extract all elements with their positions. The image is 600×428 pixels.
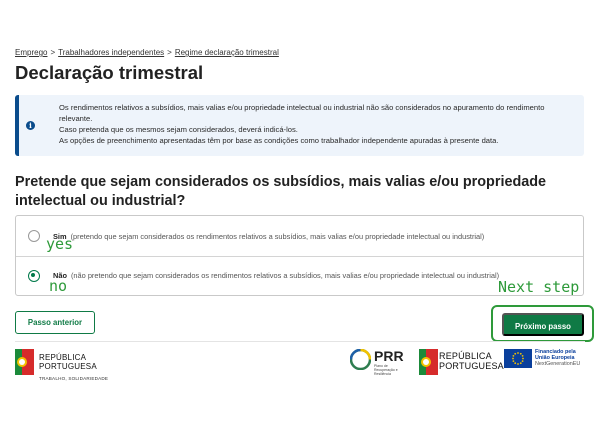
annotation-yes: yes bbox=[46, 235, 74, 253]
republica-text-2: REPÚBLICA PORTUGUESA bbox=[439, 351, 504, 371]
option-nao-label: Não (não pretendo que sejam considerados … bbox=[53, 271, 499, 280]
eu-funding-text: Financiado pela União Europeia NextGener… bbox=[535, 349, 580, 368]
next-step-button[interactable]: Próximo passo bbox=[502, 313, 584, 336]
info-line: Caso pretenda que os mesmos sejam consid… bbox=[59, 125, 298, 134]
breadcrumb-link-regime[interactable]: Regime declaração trimestral bbox=[175, 48, 279, 57]
prr-circle-icon bbox=[350, 349, 371, 370]
republica-line2: PORTUGUESA bbox=[39, 362, 97, 371]
next-step-highlight: Próximo passo bbox=[491, 305, 594, 342]
breadcrumb-link-trabalhadores[interactable]: Trabalhadores independentes bbox=[58, 48, 164, 57]
info-line: As opções de preenchimento apresentadas … bbox=[59, 136, 499, 145]
option-nao-detail: (não pretendo que sejam considerados os … bbox=[70, 271, 500, 280]
republica-text: REPÚBLICA PORTUGUESA bbox=[39, 353, 97, 371]
annotation-next-step: Next step bbox=[498, 278, 580, 296]
info-icon: i bbox=[26, 121, 35, 130]
info-line: Os rendimentos relativos a subsídios, ma… bbox=[59, 103, 545, 112]
info-text: Os rendimentos relativos a subsídios, ma… bbox=[59, 102, 572, 146]
ministry-text: TRABALHO, SOLIDARIEDADE bbox=[39, 376, 109, 381]
footer-divider bbox=[15, 341, 585, 342]
republica-line1: REPÚBLICA bbox=[439, 351, 492, 361]
option-sim[interactable]: Sim (pretendo que sejam considerados os r… bbox=[16, 216, 583, 256]
radio-nao[interactable] bbox=[28, 270, 40, 282]
republica-emblem-icon bbox=[419, 349, 438, 375]
eu-line3: NextGenerationEU bbox=[535, 361, 581, 368]
info-box: i Os rendimentos relativos a subsídios, … bbox=[15, 95, 584, 156]
breadcrumb-separator: > bbox=[50, 48, 56, 57]
option-sim-label: Sim (pretendo que sejam considerados os r… bbox=[53, 232, 484, 241]
previous-step-button[interactable]: Passo anterior bbox=[15, 311, 95, 334]
annotation-no: no bbox=[49, 277, 68, 295]
info-box-accent-bar bbox=[15, 95, 19, 156]
option-sim-detail: (pretendo que sejam considerados os rend… bbox=[70, 232, 485, 241]
prr-subtitle: Plano de Recuperação e Resiliência bbox=[374, 364, 398, 376]
breadcrumb-link-emprego[interactable]: Emprego bbox=[15, 48, 47, 57]
prr-logo: PRR Plano de Recuperação e Resiliência bbox=[350, 348, 408, 376]
breadcrumb-separator: > bbox=[167, 48, 172, 57]
prr-title: PRR bbox=[374, 348, 404, 364]
eu-flag-icon bbox=[504, 349, 532, 368]
info-line: relevante. bbox=[59, 114, 93, 123]
question-heading: Pretende que sejam considerados os subsí… bbox=[15, 174, 547, 209]
radio-sim[interactable] bbox=[28, 230, 40, 242]
republica-line1: REPÚBLICA bbox=[39, 353, 87, 362]
republica-emblem-icon bbox=[15, 349, 34, 375]
republica-line2: PORTUGUESA bbox=[439, 361, 504, 371]
page-title: Declaração trimestral bbox=[15, 62, 204, 83]
breadcrumb: Emprego > Trabalhadores independentes > Regi… bbox=[15, 48, 279, 57]
